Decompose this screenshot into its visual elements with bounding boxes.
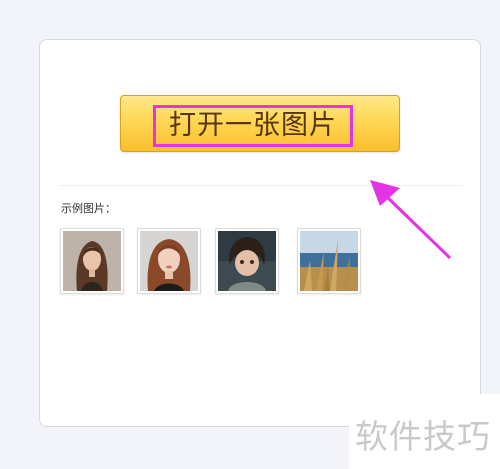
portrait-child-icon <box>218 231 276 291</box>
examples-label: 示例图片： <box>61 202 116 215</box>
example-image-3[interactable] <box>215 228 279 294</box>
example-image-4[interactable] <box>297 228 361 294</box>
example-image-2[interactable] <box>137 228 201 294</box>
example-image-1[interactable] <box>60 228 124 294</box>
open-image-button-label[interactable]: 打开一张图片 <box>153 105 353 147</box>
portrait-woman-dark-hair-icon <box>63 231 121 291</box>
grass-by-sea-icon <box>300 231 358 291</box>
portrait-woman-red-hair-icon <box>140 231 198 291</box>
watermark-text: 软件技巧 <box>355 417 491 456</box>
pointer-arrow-icon <box>370 180 452 260</box>
